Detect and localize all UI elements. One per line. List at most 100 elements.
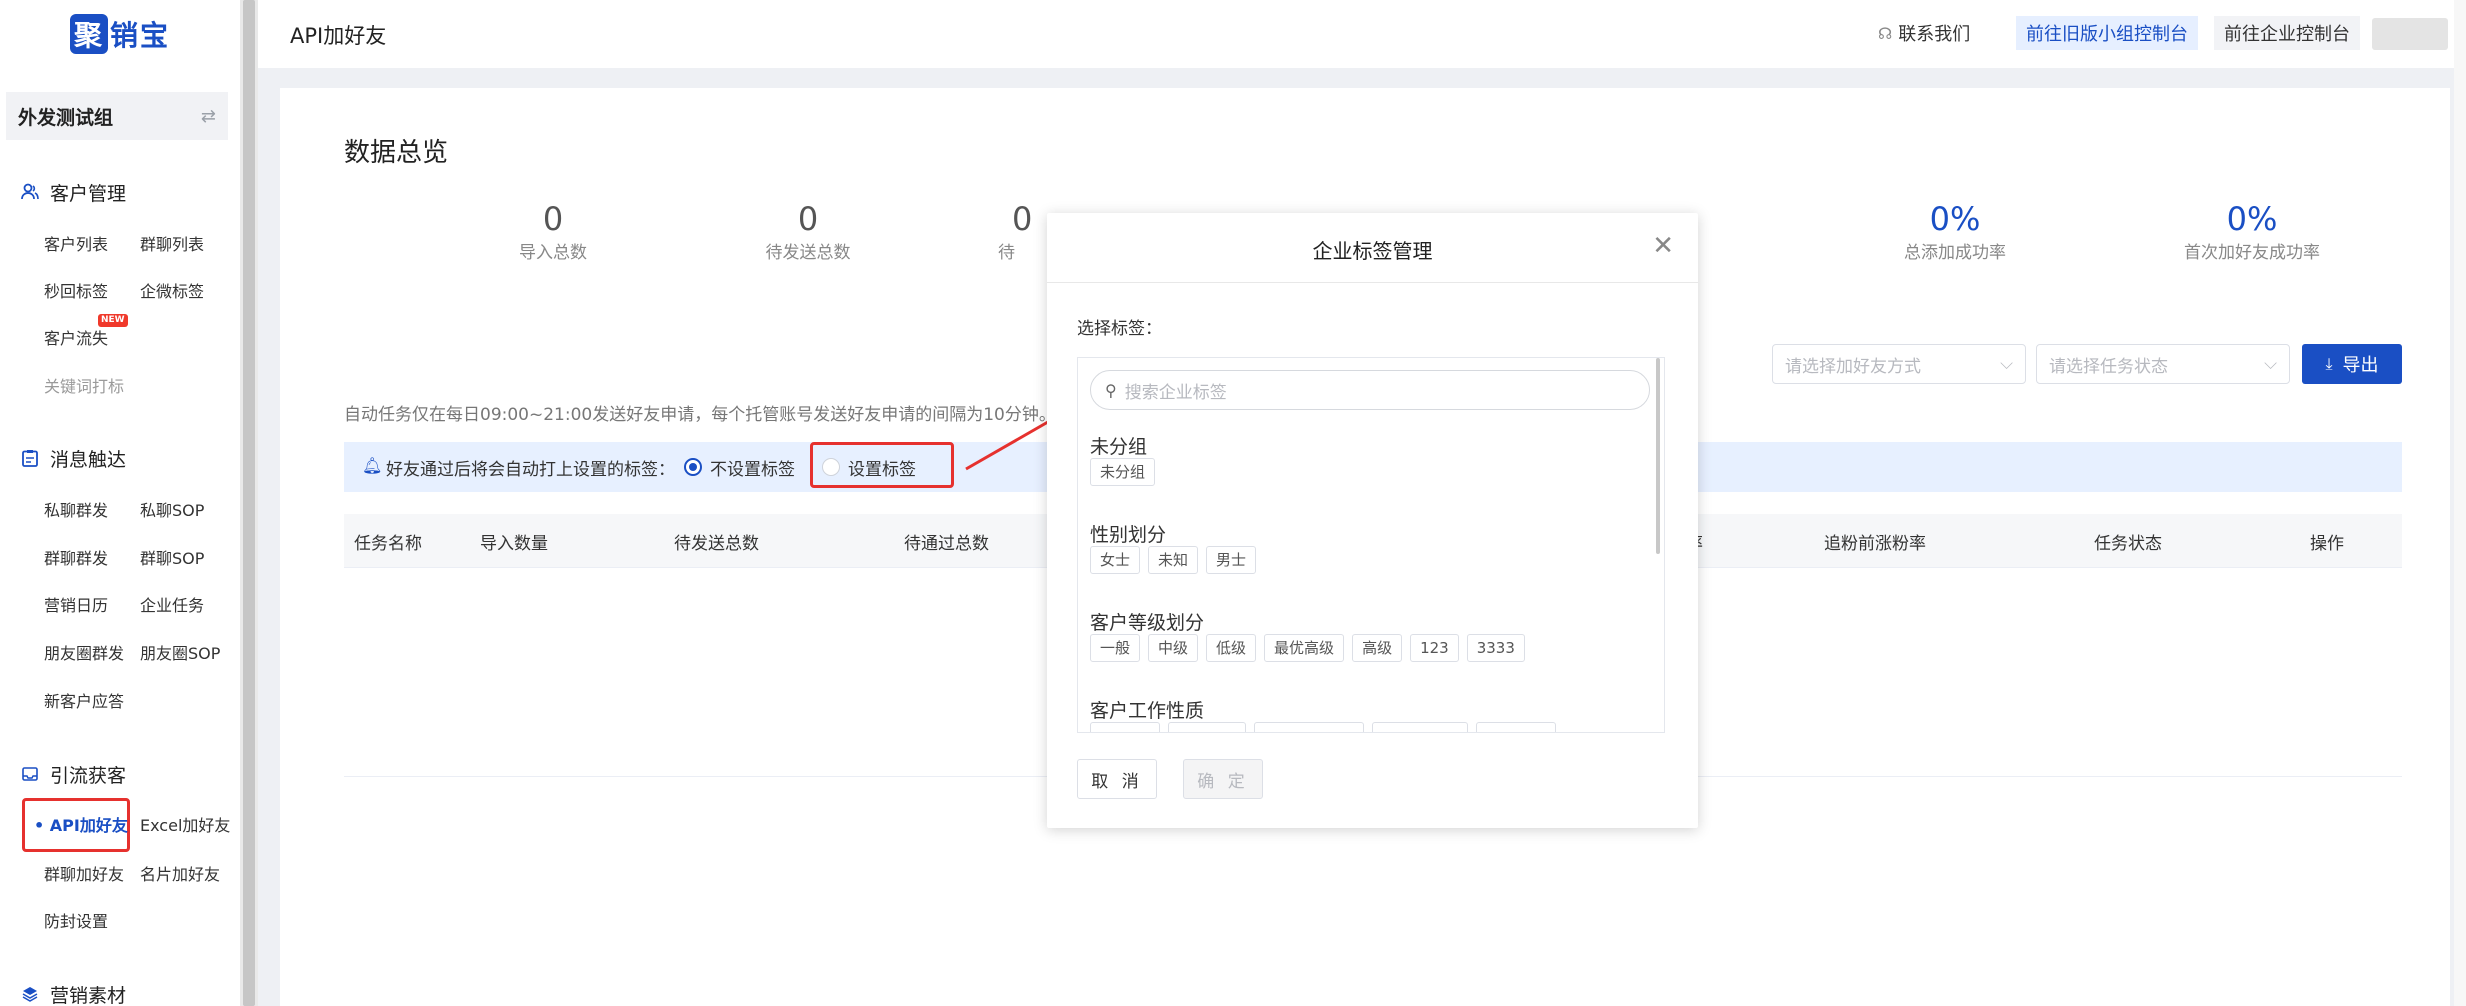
stat-first-add-success-rate: 0% 首次加好友成功率 xyxy=(2184,200,2320,263)
radio-no-tag-label[interactable]: 不设置标签 xyxy=(710,455,795,480)
stat-import-total: 0 导入总数 xyxy=(519,200,587,263)
highlight-set-tag xyxy=(810,442,954,488)
col-task-name: 任务名称 xyxy=(354,534,422,554)
tag-group-row: 女士 未知 男士 xyxy=(1090,546,1257,574)
new-badge: NEW xyxy=(98,314,128,327)
nav-quick-reply-tag[interactable]: 秒回标签 xyxy=(44,279,108,305)
enterprise-console-button[interactable]: 前往企业控制台 xyxy=(2214,16,2360,50)
nav-anti-ban-settings[interactable]: 防封设置 xyxy=(44,909,108,935)
tag-chip[interactable] xyxy=(1168,722,1246,732)
enterprise-tag-modal: 企业标签管理 ✕ 选择标签： ⚲ 搜索企业标签 未分组 未分组 性别划分 女士 … xyxy=(1047,213,1698,828)
tag-group-row: 一般 中级 低级 最优高级 高级 123 3333 xyxy=(1090,634,1525,662)
stat-pending-send: 0 待发送总数 xyxy=(765,200,851,263)
top-bar: API加好友 ☊ 联系我们 前往旧版小组控制台 前往企业控制台 xyxy=(258,0,2466,68)
tag-chip[interactable] xyxy=(1476,722,1556,732)
choose-tag-label: 选择标签： xyxy=(1077,319,1162,339)
page-scrollbar[interactable] xyxy=(2454,0,2466,1006)
nav-new-customer-reply[interactable]: 新客户应答 xyxy=(44,689,124,715)
user-avatar[interactable] xyxy=(2372,18,2448,50)
tag-chip[interactable]: 中级 xyxy=(1148,634,1199,662)
tag-group-row xyxy=(1090,722,1556,732)
section-material: 营销素材 xyxy=(20,980,126,1006)
tag-chip[interactable] xyxy=(1254,722,1364,732)
nav-enterprise-task[interactable]: 企业任务 xyxy=(140,593,204,619)
close-icon[interactable]: ✕ xyxy=(1652,231,1674,261)
overview-title: 数据总览 xyxy=(344,138,449,168)
col-task-status: 任务状态 xyxy=(2094,534,2162,554)
stat-total-success-rate: 0% 总添加成功率 xyxy=(1904,200,2006,263)
section-message: 消息触达 xyxy=(20,444,126,472)
layers-icon xyxy=(20,984,40,1004)
tag-chip[interactable]: 3333 xyxy=(1466,634,1525,662)
sidebar-scrollbar-thumb[interactable] xyxy=(243,0,255,1006)
section-traffic: 引流获客 xyxy=(20,760,126,788)
tag-chip[interactable]: 高级 xyxy=(1352,634,1403,662)
tag-panel-scrollbar[interactable] xyxy=(1656,358,1660,554)
col-follow-growth-rate: 追粉前涨粉率 xyxy=(1824,534,1926,554)
nav-moments-sop[interactable]: 朋友圈SOP xyxy=(140,641,220,667)
nav-card-add-friend[interactable]: 名片加好友 xyxy=(140,862,220,888)
tag-group-title: 性别划分 xyxy=(1090,524,1167,546)
nav-wecom-tag[interactable]: 企微标签 xyxy=(140,279,204,305)
mail-icon xyxy=(20,764,40,784)
tag-panel: ⚲ 搜索企业标签 未分组 未分组 性别划分 女士 未知 男士 客户等级划分 一般… xyxy=(1077,357,1665,733)
old-console-button[interactable]: 前往旧版小组控制台 xyxy=(2016,16,2198,50)
bell-icon: 🔔︎ xyxy=(362,456,383,475)
contact-us-link[interactable]: ☊ 联系我们 xyxy=(1878,16,1970,50)
nav-group-sop[interactable]: 群聊SOP xyxy=(140,546,204,572)
tag-search-input[interactable]: ⚲ 搜索企业标签 xyxy=(1090,370,1650,410)
tag-chip[interactable]: 低级 xyxy=(1206,634,1257,662)
tag-chip[interactable]: 男士 xyxy=(1206,546,1257,574)
col-import-count: 导入数量 xyxy=(480,534,548,554)
task-status-select[interactable]: 请选择任务状态 ⌵ xyxy=(2036,344,2290,384)
tag-chip[interactable]: 未分组 xyxy=(1090,458,1156,486)
nav-keyword-tagging[interactable]: 关键词打标 xyxy=(44,374,124,400)
nav-customer-churn[interactable]: 客户流失 xyxy=(44,326,108,352)
tag-group-title: 未分组 xyxy=(1090,436,1148,458)
download-icon: ⤓ xyxy=(2325,354,2333,373)
nav-marketing-calendar[interactable]: 营销日历 xyxy=(44,593,108,619)
tag-chip[interactable]: 123 xyxy=(1410,634,1459,662)
confirm-button[interactable]: 确 定 xyxy=(1183,759,1263,799)
group-switcher[interactable]: 外发测试组 ⇄ xyxy=(6,92,228,140)
nav-private-sop[interactable]: 私聊SOP xyxy=(140,498,204,524)
user-icon xyxy=(20,182,40,202)
modal-header: 企业标签管理 ✕ xyxy=(1047,213,1698,283)
tag-chip[interactable]: 一般 xyxy=(1090,634,1141,662)
tag-chip[interactable] xyxy=(1372,722,1468,732)
nav-api-add-friend[interactable]: • API加好友 xyxy=(34,813,128,839)
group-name: 外发测试组 xyxy=(18,106,114,129)
tag-group-row: 未分组 xyxy=(1090,458,1156,486)
nav-group-add-friend[interactable]: 群聊加好友 xyxy=(44,862,124,888)
tag-group-title: 客户工作性质 xyxy=(1090,700,1205,722)
export-button[interactable]: ⤓ 导出 xyxy=(2302,344,2402,384)
col-actions: 操作 xyxy=(2310,534,2344,554)
page-title: API加好友 xyxy=(290,24,387,48)
nav-moments-broadcast[interactable]: 朋友圈群发 xyxy=(44,641,124,667)
search-icon: ⚲ xyxy=(1105,380,1117,400)
tag-chip[interactable] xyxy=(1090,722,1160,732)
modal-title: 企业标签管理 xyxy=(1312,239,1433,263)
chevron-down-icon: ⌵ xyxy=(2264,354,2277,374)
chevron-down-icon: ⌵ xyxy=(2000,354,2013,374)
cancel-button[interactable]: 取 消 xyxy=(1077,759,1157,799)
tag-chip[interactable]: 未知 xyxy=(1148,546,1199,574)
nav-excel-add-friend[interactable]: Excel加好友 xyxy=(140,813,230,839)
radio-no-tag[interactable] xyxy=(684,458,702,476)
stat-pending-pass: 0 待 xyxy=(998,200,1033,263)
col-pending-send: 待发送总数 xyxy=(674,534,759,554)
nav-group-broadcast[interactable]: 群聊群发 xyxy=(44,546,108,572)
add-method-select[interactable]: 请选择加好友方式 ⌵ xyxy=(1772,344,2026,384)
col-pending-pass: 待通过总数 xyxy=(904,534,989,554)
nav-group-chat-list[interactable]: 群聊列表 xyxy=(140,232,204,258)
headset-icon: ☊ xyxy=(1878,23,1893,43)
nav-customer-list[interactable]: 客户列表 xyxy=(44,232,108,258)
app-logo[interactable]: 聚销宝 xyxy=(70,14,170,54)
swap-icon[interactable]: ⇄ xyxy=(201,106,216,127)
tag-group-title: 客户等级划分 xyxy=(1090,612,1205,634)
schedule-notice: 自动任务仅在每日09:00~21:00发送好友申请，每个托管账号发送好友申请的间… xyxy=(344,405,1056,425)
nav-private-broadcast[interactable]: 私聊群发 xyxy=(44,498,108,524)
sidebar: 聚销宝 外发测试组 ⇄ 客户管理 客户列表 群聊列表 秒回标签 企微标签 客户流… xyxy=(0,0,240,1006)
tag-chip[interactable]: 最优高级 xyxy=(1264,634,1345,662)
tag-chip[interactable]: 女士 xyxy=(1090,546,1141,574)
